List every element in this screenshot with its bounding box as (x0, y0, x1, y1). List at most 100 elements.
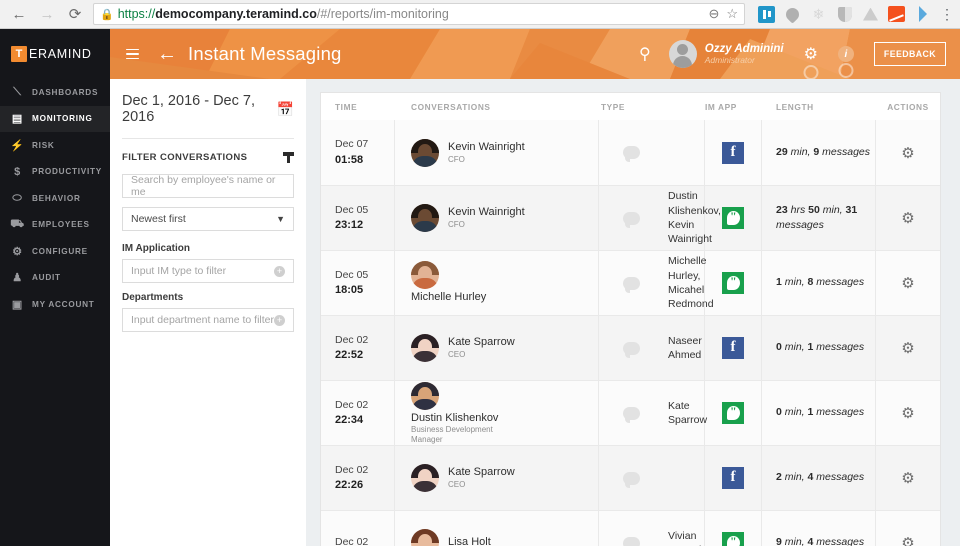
lock-icon: 🔒 (100, 8, 113, 21)
hamburger-icon[interactable] (126, 46, 139, 63)
sidebar-item-employees[interactable]: ⛟EMPLOYEES (0, 212, 110, 239)
row-time: 01:58 (335, 153, 394, 168)
search-input-placeholder: Search by employee's name or me (131, 174, 285, 198)
sort-select[interactable]: Newest first ▼ (122, 207, 294, 231)
triangle-icon[interactable] (914, 6, 931, 23)
info-icon[interactable]: i (838, 46, 854, 62)
sidebar-item-my-account[interactable]: ▣MY ACCOUNT (0, 291, 110, 318)
table-row[interactable]: Dec 0701:58Kevin WainrightCFOf29 min, 9 … (321, 120, 940, 185)
avatar (411, 261, 439, 289)
funnel-clear-icon[interactable] (283, 152, 294, 163)
snowflake-icon[interactable]: ❄ (810, 6, 827, 23)
message-count: 1 (808, 341, 814, 353)
cell-participants (664, 446, 705, 510)
person-role: Business Development Manager (411, 425, 526, 444)
column-header-conversations: CONVERSATIONS (395, 102, 599, 112)
gear-icon[interactable]: ⚙ (901, 274, 914, 292)
search-input[interactable]: Search by employee's name or me (122, 174, 294, 198)
cell-im-app (705, 186, 762, 250)
column-header-actions: ACTIONS (876, 102, 940, 112)
cell-conversation-owner[interactable]: Kevin WainrightCFO (395, 120, 599, 185)
trello-icon[interactable] (758, 6, 775, 23)
sidebar-item-dashboards[interactable]: ⟍DASHBOARDS (0, 79, 110, 106)
length-value: 9 (776, 536, 782, 546)
chat-bubble-icon (623, 212, 640, 225)
chat-bubble-icon (623, 407, 640, 420)
info-glyph: i (838, 46, 854, 62)
cell-conversation-owner[interactable]: Kate SparrowCEO (395, 446, 599, 510)
browser-reload-button[interactable]: ⟳ (62, 2, 88, 26)
length-value: 1 (776, 276, 782, 288)
sidebar-item-productivity[interactable]: $PRODUCTIVITY (0, 159, 110, 186)
gear-icon: ⚙ (11, 245, 24, 258)
gear-icon[interactable]: ⚙ (901, 209, 914, 227)
row-date: Dec 02 (335, 535, 394, 546)
person-info: Kevin WainrightCFO (448, 141, 525, 164)
cell-im-app (705, 251, 762, 315)
kebab-menu-icon[interactable]: ⋮ (940, 7, 954, 21)
cell-length: 1 min, 8 messages (762, 251, 876, 315)
cell-conversation-owner[interactable]: Kevin WainrightCFO (395, 186, 599, 250)
calendar-icon[interactable]: 📅 (277, 101, 294, 118)
table-row[interactable]: Dec 0222:52Kate SparrowCEONaseer Ahmedf0… (321, 315, 940, 380)
table-row[interactable]: Dec 0523:12Kevin WainrightCFODustin Klis… (321, 185, 940, 250)
sidebar-item-audit[interactable]: ♟AUDIT (0, 265, 110, 292)
gear-icon[interactable]: ⚙ (901, 404, 914, 422)
person-name: Kate Sparrow (448, 336, 515, 350)
cell-conversation-owner[interactable]: Dustin KlishenkovBusiness Development Ma… (395, 381, 599, 445)
plus-circle-icon[interactable]: + (274, 266, 285, 277)
table-row[interactable]: Dec 0222:26Kate SparrowCEOf2 min, 4 mess… (321, 445, 940, 510)
length-text: 0 min, 1 messages (776, 405, 864, 420)
length-text: 0 min, 1 messages (776, 340, 864, 355)
chart-icon[interactable] (888, 6, 905, 22)
zoom-out-icon[interactable]: ⊖ (708, 6, 719, 22)
address-bar[interactable]: 🔒 https://democompany.teramind.co/#/repo… (93, 3, 745, 25)
droplet-icon[interactable] (784, 6, 801, 23)
im-application-input[interactable]: Input IM type to filter + (122, 259, 294, 283)
gear-icon[interactable]: ⚙ (901, 469, 914, 487)
cell-im-app: f (705, 316, 762, 380)
conversations-table: TIME CONVERSATIONS TYPE IM APP LENGTH AC… (320, 92, 941, 546)
sidebar-item-configure[interactable]: ⚙CONFIGURE (0, 238, 110, 265)
hangouts-icon (722, 532, 744, 546)
sidebar-item-risk[interactable]: ⚡RISK (0, 132, 110, 159)
shield-icon[interactable] (836, 6, 853, 23)
cell-length: 23 hrs 50 min, 31 messages (762, 186, 876, 250)
person-block: Kevin WainrightCFO (411, 139, 525, 167)
gear-icon[interactable]: ⚙ (901, 339, 914, 357)
app-logo[interactable]: T ERAMIND (0, 29, 110, 79)
sidebar-item-label: BEHAVIOR (32, 194, 81, 203)
cell-conversation-owner[interactable]: Lisa Holt (395, 511, 599, 546)
length-unit: min, (785, 276, 805, 288)
im-application-label: IM Application (122, 243, 294, 254)
feedback-button[interactable]: FEEDBACK (874, 42, 946, 66)
cell-conversation-owner[interactable]: Kate SparrowCEO (395, 316, 599, 380)
person-info: Lisa Holt (448, 536, 491, 546)
sidebar-item-monitoring[interactable]: ▤MONITORING (0, 106, 110, 133)
gear-icon[interactable]: ⚙ (804, 44, 818, 64)
back-arrow-icon[interactable]: ← (157, 44, 177, 64)
browser-back-button[interactable]: ← (6, 2, 32, 26)
date-range-picker[interactable]: Dec 1, 2016 - Dec 7, 2016 📅 (122, 79, 294, 139)
gear-icon[interactable]: ⚙ (901, 534, 914, 546)
star-icon[interactable]: ☆ (726, 6, 738, 22)
plus-circle-icon[interactable]: + (274, 315, 285, 326)
browser-toolbar: ← → ⟳ 🔒 https://democompany.teramind.co/… (0, 0, 960, 29)
cell-time: Dec 0222:26 (321, 446, 395, 510)
table-row[interactable]: Dec 0518:05Michelle HurleyMichelle Hurle… (321, 250, 940, 315)
table-row[interactable]: Dec 0222:34Dustin KlishenkovBusiness Dev… (321, 380, 940, 445)
cell-conversation-owner[interactable]: Michelle Hurley (395, 251, 599, 315)
message-count: 4 (808, 536, 814, 546)
table-row[interactable]: Dec 02Lisa HoltVivian Depaul9 min, 4 mes… (321, 510, 940, 546)
gear-icon[interactable]: ⚙ (901, 144, 914, 162)
avatar[interactable] (669, 40, 697, 68)
filter-heading: FILTER CONVERSATIONS (122, 152, 247, 163)
sidebar-item-behavior[interactable]: ⬭BEHAVIOR (0, 185, 110, 212)
search-icon[interactable]: ⚲ (639, 44, 651, 64)
departments-input[interactable]: Input department name to filter + (122, 308, 294, 332)
cell-actions: ⚙ (876, 316, 940, 380)
browser-forward-button[interactable]: → (34, 2, 60, 26)
participants-text: Vivian Depaul (668, 529, 704, 546)
user-block[interactable]: Ozzy Adminini Administrator (705, 43, 784, 66)
drive-icon[interactable] (862, 6, 879, 23)
